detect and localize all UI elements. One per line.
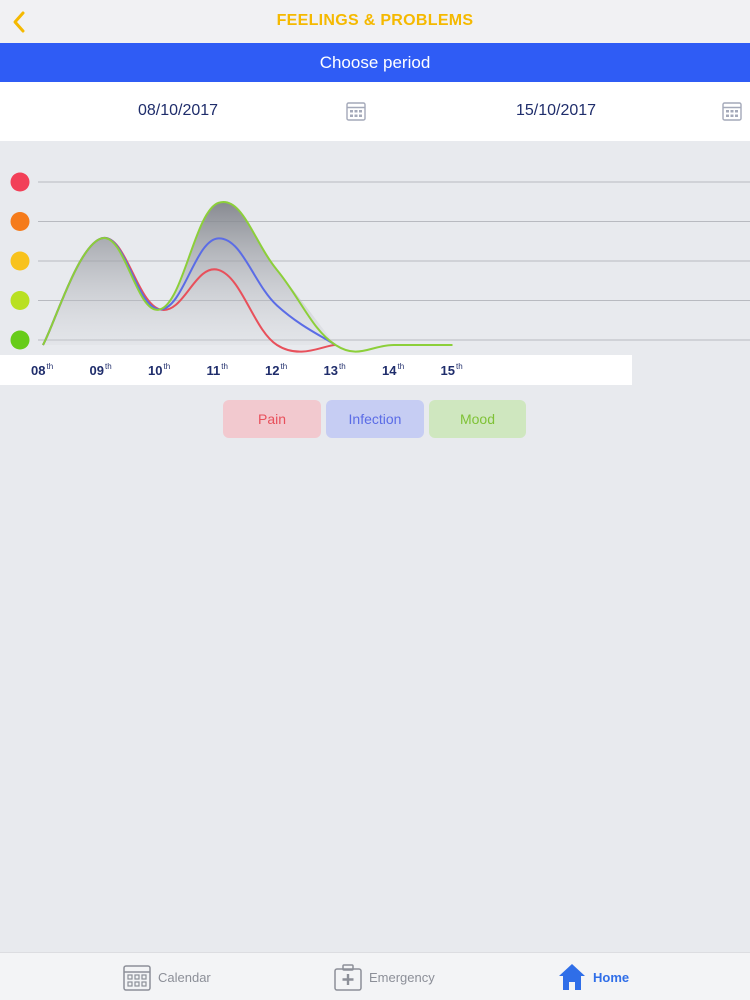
x-tick-label: 10th bbox=[148, 362, 171, 378]
level-dot bbox=[10, 330, 30, 350]
tab-calendar[interactable]: Calendar bbox=[118, 953, 228, 1000]
date-range-row: 08/10/2017 15/10/2017 bbox=[0, 82, 750, 141]
legend-pain-button[interactable]: Pain bbox=[223, 400, 321, 438]
x-tick-label: 12th bbox=[265, 362, 288, 378]
feelings-chart bbox=[10, 172, 750, 353]
tab-home[interactable]: Home bbox=[555, 953, 635, 1000]
x-axis-band: 08th 09th 10th 11th 12th 13th 14th 15th bbox=[0, 355, 632, 385]
choose-period-button[interactable]: Choose period bbox=[0, 43, 750, 82]
page-title: FEELINGS & PROBLEMS bbox=[276, 12, 474, 29]
legend-infection-button[interactable]: Infection bbox=[326, 400, 424, 438]
tab-emergency[interactable]: Emergency bbox=[330, 953, 450, 1000]
first-aid-kit-icon bbox=[334, 964, 362, 991]
tab-calendar-label: Calendar bbox=[158, 970, 211, 985]
top-bar: FEELINGS & PROBLEMS bbox=[0, 0, 750, 43]
x-tick-label: 15th bbox=[440, 362, 463, 378]
calendar-icon bbox=[123, 965, 151, 991]
level-dot bbox=[10, 212, 30, 231]
x-tick-label: 14th bbox=[382, 362, 405, 378]
calendar-icon[interactable] bbox=[721, 100, 743, 122]
start-date-field[interactable]: 08/10/2017 bbox=[138, 102, 218, 120]
calendar-icon[interactable] bbox=[345, 100, 367, 122]
level-dot bbox=[10, 172, 30, 192]
x-tick-label: 13th bbox=[323, 362, 346, 378]
level-dot bbox=[10, 251, 30, 271]
level-dot bbox=[10, 291, 30, 310]
end-date-field[interactable]: 15/10/2017 bbox=[516, 102, 596, 120]
x-tick-label: 08th bbox=[31, 362, 54, 378]
x-tick-label: 11th bbox=[206, 362, 228, 378]
legend-mood-button[interactable]: Mood bbox=[429, 400, 526, 438]
tab-emergency-label: Emergency bbox=[369, 970, 435, 985]
x-tick-label: 09th bbox=[89, 362, 112, 378]
home-icon bbox=[559, 964, 585, 990]
tab-bar: Calendar Emergency Home bbox=[0, 952, 750, 1000]
tab-home-label: Home bbox=[593, 970, 630, 985]
